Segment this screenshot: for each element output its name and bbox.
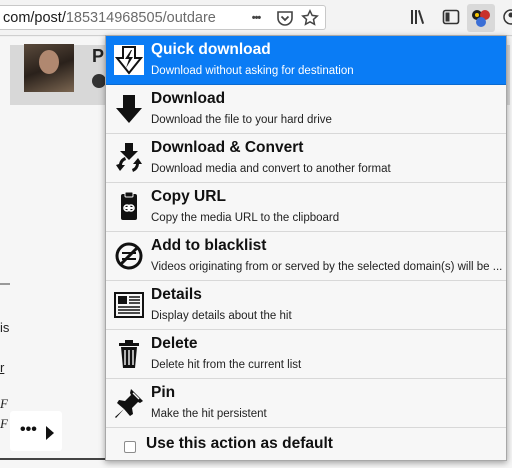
extension-icon bbox=[472, 10, 490, 27]
download-convert-icon bbox=[116, 143, 142, 172]
copy-url-icon bbox=[121, 191, 137, 220]
divider bbox=[0, 283, 10, 285]
extension-button[interactable] bbox=[467, 4, 495, 32]
play-triangle-icon bbox=[46, 426, 54, 440]
action-menu: Quick download Download without asking f… bbox=[105, 35, 507, 461]
menu-item-title: Copy URL bbox=[151, 188, 226, 205]
menu-item-download[interactable]: Download Download the file to your hard … bbox=[106, 85, 506, 134]
page-link-underline bbox=[0, 458, 115, 460]
pocket-icon[interactable] bbox=[275, 9, 295, 27]
sidebar-icon[interactable] bbox=[440, 8, 462, 28]
page-header-letter: P bbox=[92, 46, 105, 66]
library-icon[interactable] bbox=[408, 8, 430, 28]
more-actions-button[interactable]: ••• bbox=[10, 411, 62, 451]
menu-item-desc: Download the file to your hard drive bbox=[151, 114, 332, 126]
url-host: com/post/ bbox=[3, 10, 66, 26]
menu-item-title: Download & Convert bbox=[151, 139, 304, 156]
url-text[interactable]: com/post/185314968505/outdare bbox=[3, 10, 239, 26]
default-action-checkbox[interactable] bbox=[124, 441, 136, 453]
menu-item-title: Delete bbox=[151, 335, 198, 352]
menu-item-desc: Download media and convert to another fo… bbox=[151, 163, 391, 175]
menu-item-desc: Delete hit from the current list bbox=[151, 359, 302, 371]
more-label: ••• bbox=[20, 421, 37, 438]
default-action-row[interactable]: Use this action as default bbox=[106, 428, 506, 460]
blacklist-icon bbox=[115, 242, 143, 270]
quick-download-icon bbox=[114, 45, 144, 75]
browser-toolbar: com/post/185314968505/outdare ••• bbox=[0, 0, 512, 36]
star-icon[interactable] bbox=[300, 9, 320, 27]
page-fragment: F bbox=[0, 416, 8, 431]
menu-item-title: Quick download bbox=[151, 41, 271, 58]
menu-item-title: Pin bbox=[151, 384, 176, 401]
page-fragment: F bbox=[0, 396, 8, 411]
menu-item-delete[interactable]: Delete Delete hit from the current list bbox=[106, 330, 506, 379]
page-fragment: is bbox=[0, 320, 10, 335]
menu-item-title: Download bbox=[151, 90, 226, 107]
menu-item-title: Add to blacklist bbox=[151, 237, 267, 254]
menu-item-download-convert[interactable]: Download & Convert Download media and co… bbox=[106, 134, 506, 183]
menu-item-quick-download[interactable]: Quick download Download without asking f… bbox=[106, 36, 506, 85]
avatar[interactable] bbox=[24, 44, 74, 92]
account-icon[interactable] bbox=[501, 8, 512, 28]
menu-item-pin[interactable]: Pin Make the hit persistent bbox=[106, 379, 506, 428]
menu-item-desc: Make the hit persistent bbox=[151, 408, 267, 420]
url-bar[interactable]: com/post/185314968505/outdare ••• bbox=[0, 5, 326, 30]
url-path: 185314968505/outdare bbox=[65, 10, 216, 26]
menu-item-desc: Videos originating from or served by the… bbox=[151, 261, 503, 273]
menu-item-details[interactable]: Details Display details about the hit bbox=[106, 281, 506, 330]
menu-item-title: Details bbox=[151, 286, 202, 303]
menu-item-blacklist[interactable]: Add to blacklist Videos originating from… bbox=[106, 232, 506, 281]
reblog-icon[interactable] bbox=[92, 74, 106, 88]
details-icon bbox=[114, 292, 144, 318]
menu-item-desc: Download without asking for destination bbox=[151, 65, 354, 77]
trash-icon bbox=[119, 340, 139, 368]
menu-item-desc: Copy the media URL to the clipboard bbox=[151, 212, 340, 224]
default-action-label[interactable]: Use this action as default bbox=[146, 435, 333, 453]
pin-icon bbox=[115, 389, 143, 418]
menu-item-copy-url[interactable]: Copy URL Copy the media URL to the clipb… bbox=[106, 183, 506, 232]
download-arrow-icon bbox=[116, 95, 142, 123]
page-fragment: r bbox=[0, 360, 5, 375]
menu-item-desc: Display details about the hit bbox=[151, 310, 292, 322]
page-actions-button[interactable]: ••• bbox=[246, 9, 266, 27]
